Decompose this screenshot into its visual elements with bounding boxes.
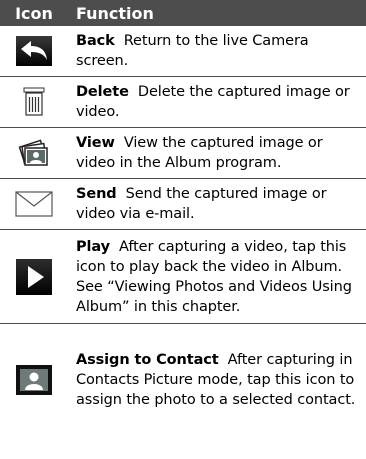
icon-cell <box>0 365 68 395</box>
play-icon <box>16 258 52 295</box>
table-row-delete: Delete Delete the captured image or vide… <box>0 77 366 128</box>
row-title: Assign to Contact <box>76 352 219 368</box>
contact-card-icon <box>16 365 52 395</box>
row-text: Delete Delete the captured image or vide… <box>68 82 366 122</box>
icon-cell <box>0 36 68 66</box>
row-title: Back <box>76 33 115 49</box>
row-text: Back Return to the live Camera screen. <box>68 31 366 71</box>
table-row-play: Play After capturing a video, tap this i… <box>0 230 366 324</box>
row-description: After capturing a video, tap this icon t… <box>76 238 352 315</box>
row-text: Assign to Contact After capturing in Con… <box>68 350 366 410</box>
icon-cell <box>0 87 68 117</box>
photo-stack-icon <box>16 137 52 169</box>
header-function-label: Function <box>76 3 154 23</box>
icon-cell <box>0 258 68 295</box>
row-text: Play After capturing a video, tap this i… <box>68 237 366 317</box>
table-row-send: Send Send the captured image or video vi… <box>0 179 366 230</box>
back-arrow-icon <box>16 36 52 66</box>
icon-cell <box>0 191 68 217</box>
icon-function-table: Icon Function Back Return to the live Ca… <box>0 0 366 436</box>
trash-bin-icon <box>23 87 45 117</box>
table-row-assign-to-contact: Assign to Contact After capturing in Con… <box>0 324 366 436</box>
table-header: Icon Function <box>0 0 366 26</box>
row-title: View <box>76 135 115 151</box>
row-title: Delete <box>76 84 129 100</box>
table-row-back: Back Return to the live Camera screen. <box>0 26 366 77</box>
table-row-view: View View the captured image or video in… <box>0 128 366 179</box>
row-title: Play <box>76 238 110 255</box>
header-icon-label: Icon <box>15 3 53 23</box>
row-title: Send <box>76 186 117 202</box>
row-text: Send Send the captured image or video vi… <box>68 184 366 224</box>
icon-cell <box>0 137 68 169</box>
envelope-icon <box>15 191 53 217</box>
row-text: View View the captured image or video in… <box>68 133 366 173</box>
